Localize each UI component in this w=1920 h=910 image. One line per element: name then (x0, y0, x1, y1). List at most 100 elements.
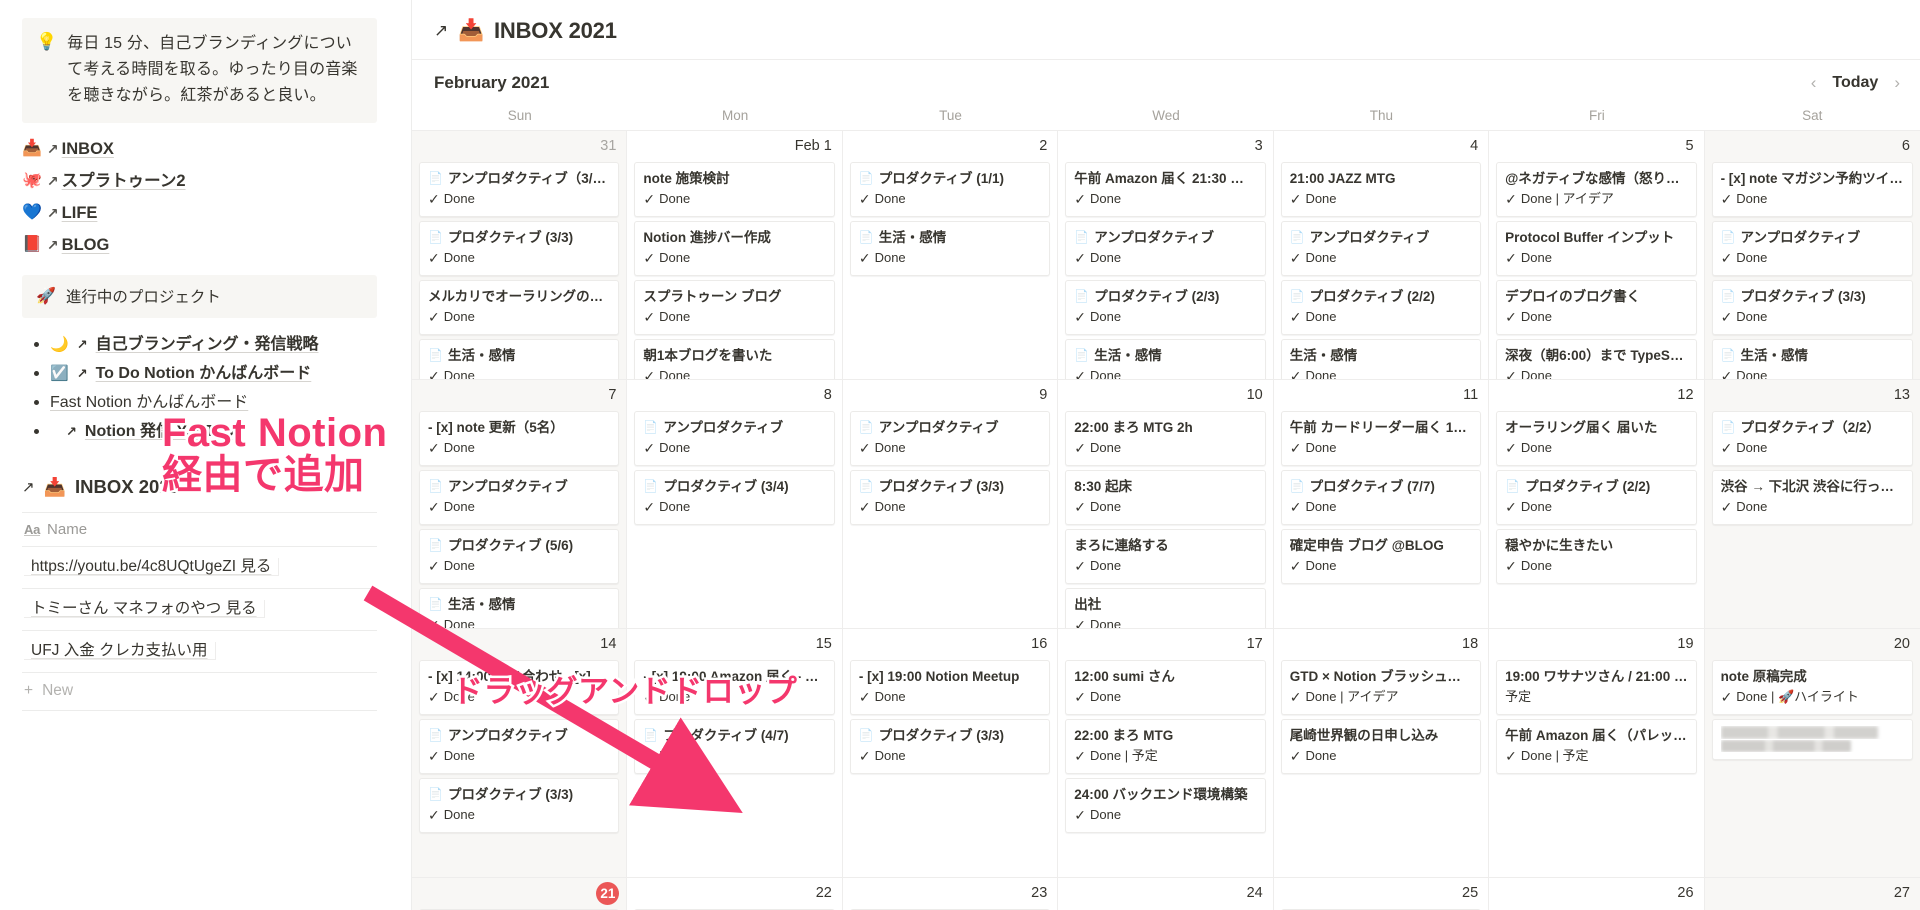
page-title[interactable]: ↗ 📥 INBOX 2021 (412, 0, 1920, 44)
calendar-day-cell[interactable]: 24 (1058, 878, 1274, 910)
calendar-day-cell[interactable]: 17 12:00 sumi さん ✓ Done 22:00 まろ MTG ✓ Done | … (1058, 629, 1274, 878)
calendar-event-card[interactable]: 22:00 まろ MTG ✓ Done | 予定 (1065, 719, 1266, 774)
calendar-event-card[interactable]: 📄 プロダクティブ (7/7) ✓ Done (1280, 470, 1482, 525)
calendar-event-card[interactable]: 📄 生活・感情 ✓ Done (419, 588, 620, 628)
calendar-day-cell[interactable]: 23YouTube 撮ってみるブログ・スプラトゥーン3 / ナッツ…祝日 天皇誕… (843, 878, 1059, 910)
calendar-event-card[interactable]: 午前 Amazon 届く 21:30 まろ … ✓ Done (1065, 162, 1266, 217)
sidebar-link-blog[interactable]: 📕 ↗ BLOG (0, 229, 411, 261)
calendar-event-card[interactable]: オーラリング届く 届いた ✓ Done (1496, 411, 1697, 466)
calendar-day-cell[interactable]: 13📄プロダクティブ（2/2）✓Done渋谷 → 下北沢 渋谷に行ったら疲れ…✓… (1704, 380, 1920, 629)
prev-month-button[interactable]: ‹ (1809, 73, 1819, 93)
calendar-event-card[interactable]: 📄 アンプロダクティブ ✓ Done (634, 411, 835, 466)
calendar-event-card[interactable]: 📄 プロダクティブ (3/3) ✓ Done (849, 470, 1051, 525)
calendar-event-card[interactable]: 午前 Amazon 届く（パレットジ… ✓Done | 予定 (1496, 719, 1697, 774)
calendar-day-cell[interactable]: 12 オーラリング届く 届いた ✓ Done 📄 プロダクティブ (2/2) ✓ Done 穏や… (1489, 380, 1705, 629)
calendar-day-cell[interactable]: 26 (1489, 878, 1705, 910)
calendar-event-card[interactable]: Protocol Buffer インプット ✓ Done (1496, 221, 1697, 276)
calendar-event-card[interactable]: 穏やかに生きたい ✓ Done (1496, 529, 1697, 584)
calendar-day-cell[interactable]: 5@ネガティブな感情（怒り・虚無…✓Done | アイデアProtocol Bu… (1489, 131, 1705, 380)
calendar-event-card[interactable]: 渋谷 → 下北沢 渋谷に行ったら疲れ… ✓Done (1711, 470, 1913, 525)
calendar-day-cell[interactable]: 20 note 原稿完成 ✓ Done | 🚀ハイライト (1704, 629, 1920, 878)
sidebar-inbox-2021-heading[interactable]: ↗ 📥 INBOX 2021 (22, 476, 411, 498)
sidebar-link-life[interactable]: 💙 ↗ LIFE (0, 197, 411, 229)
calendar-day-cell[interactable]: 19 19:00 ワサナツさん / 21:00 まろ 予定 午前 Amazon 届く（… (1489, 629, 1705, 878)
calendar-day-cell[interactable]: 4 21:00 JAZZ MTG ✓ Done 📄 アンプロダクティブ ✓ Done 📄 プロダク… (1273, 131, 1490, 380)
calendar-event-card[interactable]: 尾崎世界観の日申し込み ✓ Done (1280, 719, 1482, 774)
calendar-event-card[interactable]: 📄 生活・感情 ✓ Done (849, 221, 1051, 276)
calendar-event-card[interactable]: 📄 プロダクティブ (5/6) ✓ Done (419, 529, 620, 584)
calendar-day-cell[interactable]: 10 22:00 まろ MTG 2h ✓ Done 8:30 起床 ✓ Done まろに連絡す… (1058, 380, 1274, 629)
calendar-event-card[interactable]: 📄 プロダクティブ (2/2) ✓ Done (1280, 280, 1482, 335)
calendar-event-card[interactable]: 24:00 バックエンド環境構築 ✓ Done (1065, 778, 1266, 833)
calendar-day-cell[interactable]: 7- [x] note 更新（5名） ✓ Done 📄 アンプロダクティブ ✓ Done 📄 プ… (412, 380, 628, 629)
calendar-event-card[interactable]: 📄 アンプロダクティブ ✓ Done (419, 719, 620, 774)
calendar-event-card[interactable]: 📄 アンプロダクティブ（3/3） ✓ Done (419, 162, 620, 217)
calendar-day-cell[interactable]: 6- [x] note マガジン予約ツイート ✓ Done 📄 アンプロダクティブ ✓ Do… (1704, 131, 1920, 380)
calendar-event-card[interactable]: 📄 アンプロダクティブ ✓ Done (419, 470, 620, 525)
table-row[interactable]: トミーさん マネフォのやつ 見る (22, 589, 377, 631)
calendar-event-card[interactable]: 確定申告 ブログ @BLOG ✓ Done (1280, 529, 1482, 584)
calendar-event-card[interactable]: 深夜（朝6:00）まで TypeScript… ✓Done (1496, 339, 1697, 379)
next-month-button[interactable]: › (1892, 73, 1902, 93)
calendar-event-card[interactable]: 22:00 まろ MTG 2h ✓ Done (1065, 411, 1266, 466)
calendar-event-card[interactable]: 生活・感情 ✓ Done (1280, 339, 1482, 379)
calendar-event-card[interactable]: 午前 カードリーダー届く 10:30 … ✓Done (1280, 411, 1482, 466)
calendar-event-card[interactable]: 19:00 ワサナツさん / 21:00 まろ 予定 (1496, 660, 1697, 715)
list-item[interactable]: 🌙 ↗ 自己ブランディング・発信戦略 (30, 330, 411, 359)
calendar-event-card[interactable]: デプロイのブログ書く ✓ Done (1496, 280, 1697, 335)
list-item[interactable]: ↗ Notion 発信 YouTube (30, 417, 411, 446)
table-row[interactable]: UFJ 入金 クレカ支払い用 (22, 631, 377, 673)
calendar-event-card[interactable]: - [x] 19:00 Amazon 届く - not… ✓ Done (634, 660, 835, 715)
calendar-event-card[interactable]: note 施策検討 ✓ Done (634, 162, 835, 217)
calendar-event-card[interactable]: 📄 プロダクティブ (3/3) ✓ Done (419, 778, 620, 833)
calendar-event-card[interactable]: 📄 プロダクティブ (3/3) ✓ Done (419, 221, 620, 276)
calendar-day-cell[interactable]: 25クリープハイプ当落Memo, 予定 (1274, 878, 1490, 910)
calendar-event-card[interactable]: 📄 プロダクティブ (3/4) ✓ Done (634, 470, 835, 525)
today-button[interactable]: Today (1832, 74, 1878, 92)
calendar-event-card[interactable]: 📄 アンプロダクティブ ✓ Done (849, 411, 1051, 466)
calendar-day-cell[interactable]: 21Fast Notion Android リリースFast Notion リリ… (412, 878, 628, 910)
calendar-day-cell[interactable]: 31 📄 アンプロダクティブ（3/3） ✓ Done 📄 プロダクティブ (3/3) ✓ Don… (412, 131, 628, 380)
calendar-event-card[interactable]: 📄 プロダクティブ (2/3) ✓ Done (1065, 280, 1266, 335)
calendar-day-cell[interactable]: 3 午前 Amazon 届く 21:30 まろ … ✓ Done 📄 アンプロダクティブ ✓… (1058, 131, 1274, 380)
calendar-event-card[interactable]: 📄 プロダクティブ (4/7) ✓ Done (634, 719, 835, 774)
calendar-event-card[interactable]: - [x] note マガジン予約ツイート ✓ Done (1711, 162, 1913, 217)
calendar-event-card[interactable]: 📄 プロダクティブ (3/3) ✓ Done (1711, 280, 1913, 335)
calendar-event-card[interactable]: 📄 プロダクティブ (1/1) ✓ Done (849, 162, 1051, 217)
calendar-day-cell[interactable]: Feb 1 note 施策検討 ✓ Done Notion 進捗バー作成 ✓ Done スプラ… (627, 131, 843, 380)
calendar-event-card[interactable]: 📄 生活・感情 ✓ Done (1711, 339, 1913, 379)
calendar-event-card[interactable]: 📄 アンプロダクティブ ✓ Done (1711, 221, 1913, 276)
calendar-event-card[interactable]: - [x] 19:00 Notion Meetup ✓ Done (849, 660, 1051, 715)
calendar-day-cell[interactable]: 16- [x] 19:00 Notion Meetup ✓ Done 📄 プロダクティブ… (842, 629, 1059, 878)
inbox-table-header[interactable]: Aa Name (22, 512, 377, 547)
calendar-day-cell[interactable]: 8 📄 アンプロダクティブ ✓ Done 📄 プロダクティブ (3/4) ✓ Done (627, 380, 843, 629)
calendar-event-card[interactable]: 📄 生活・感情 ✓ Done (1065, 339, 1266, 379)
list-item[interactable]: ☑️ ↗ To Do Notion かんばんボード (30, 359, 411, 388)
calendar-day-cell[interactable]: 22Fast Notion リリースブログのツ…ToDo🎉結婚記念日 うなぎ・美… (627, 878, 843, 910)
calendar-day-cell[interactable]: 2 📄 プロダクティブ (1/1) ✓ Done 📄 生活・感情 ✓ Done (842, 131, 1059, 380)
sidebar-link-splatoon[interactable]: 🐙 ↗ スプラトゥーン2 (0, 165, 411, 197)
calendar-day-cell[interactable]: 27 (1704, 878, 1920, 910)
calendar-event-card[interactable]: 📄 プロダクティブ (3/3) ✓ Done (849, 719, 1051, 774)
calendar-event-card[interactable]: - [x] note 更新（5名） ✓ Done (419, 411, 620, 466)
calendar-day-cell[interactable]: 15- [x] 19:00 Amazon 届く - not… ✓ Done 📄 プロダク… (627, 629, 843, 878)
calendar-event-card[interactable]: 出社 ✓ Done (1065, 588, 1266, 628)
calendar-event-card[interactable]: 📄 プロダクティブ (2/2) ✓ Done (1496, 470, 1697, 525)
table-row[interactable]: https://youtu.be/4c8UQtUgeZI 見る (22, 547, 377, 589)
calendar-day-cell[interactable]: 11午前 カードリーダー届く 10:30 …✓Done📄プロダクティブ (7/7… (1273, 380, 1490, 629)
calendar-event-card[interactable]: メルカリでオーラリングの測定する… ✓Done (419, 280, 620, 335)
calendar-day-cell[interactable]: 14- [x] 14:00 打ち合わせ - [x] no… ✓ Done 📄 アンプロダ… (412, 629, 628, 878)
calendar-event-card[interactable]: 12:00 sumi さん ✓ Done (1065, 660, 1266, 715)
calendar-event-card[interactable]: スプラトゥーン ブログ ✓ Done (634, 280, 835, 335)
calendar-event-card[interactable]: 📄 プロダクティブ（2/2） ✓ Done (1711, 411, 1913, 466)
calendar-event-card[interactable]: - [x] 14:00 打ち合わせ - [x] no… ✓ Done (419, 660, 620, 715)
list-item[interactable]: Fast Notion かんばんボード (30, 388, 411, 417)
calendar-event-card[interactable]: Notion 進捗バー作成 ✓ Done (634, 221, 835, 276)
calendar-event-card[interactable]: 8:30 起床 ✓ Done (1065, 470, 1266, 525)
calendar-day-cell[interactable]: 9 📄 アンプロダクティブ ✓ Done 📄 プロダクティブ (3/3) ✓ Done (842, 380, 1059, 629)
calendar-event-card[interactable]: 朝1本ブログを書いた ✓ Done (634, 339, 835, 379)
calendar-event-card[interactable]: まろに連絡する ✓ Done (1065, 529, 1266, 584)
calendar-event-card[interactable]: 📄 生活・感情 ✓ Done (419, 339, 620, 379)
add-new-row-button[interactable]: + New (22, 673, 377, 711)
calendar-event-card[interactable]: @ネガティブな感情（怒り・虚無… ✓Done | アイデア (1496, 162, 1697, 217)
